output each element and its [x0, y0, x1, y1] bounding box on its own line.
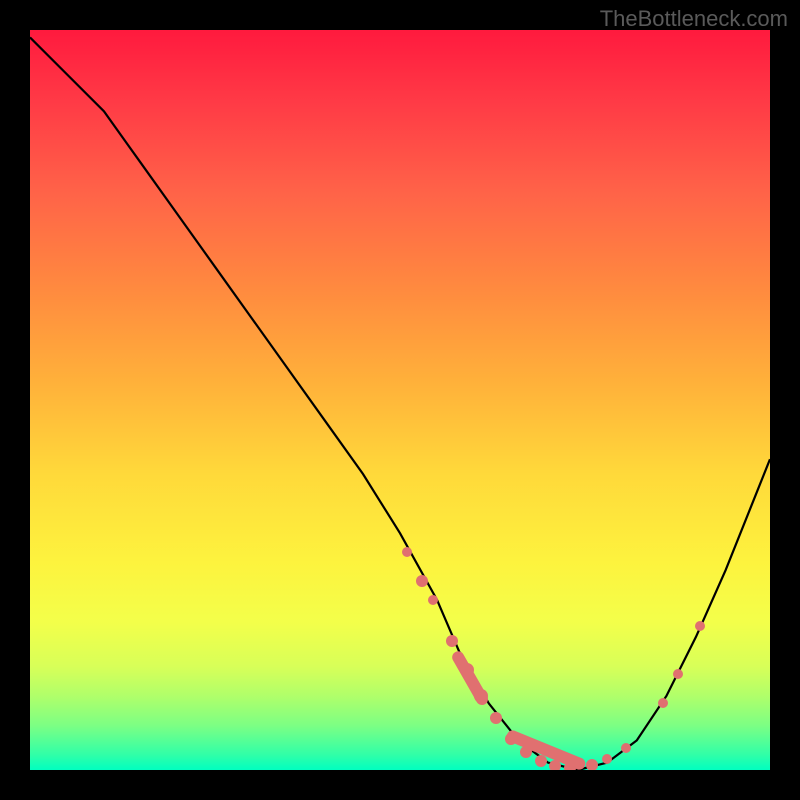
highlight-dot: [446, 635, 458, 647]
watermark-text: TheBottleneck.com: [600, 6, 788, 32]
highlight-dot: [621, 743, 631, 753]
highlight-segment: [505, 729, 587, 770]
highlight-dot: [673, 669, 683, 679]
highlight-dot: [428, 595, 438, 605]
plot-area: [30, 30, 770, 770]
highlight-dot: [602, 754, 612, 764]
highlight-dot: [416, 575, 428, 587]
highlight-dot: [490, 712, 502, 724]
highlight-dot: [535, 755, 547, 767]
highlight-dot: [658, 698, 668, 708]
highlight-dots-layer: [30, 30, 770, 770]
highlight-segment: [450, 649, 490, 707]
highlight-dot: [586, 759, 598, 770]
highlight-dot: [402, 547, 412, 557]
highlight-dot: [695, 621, 705, 631]
